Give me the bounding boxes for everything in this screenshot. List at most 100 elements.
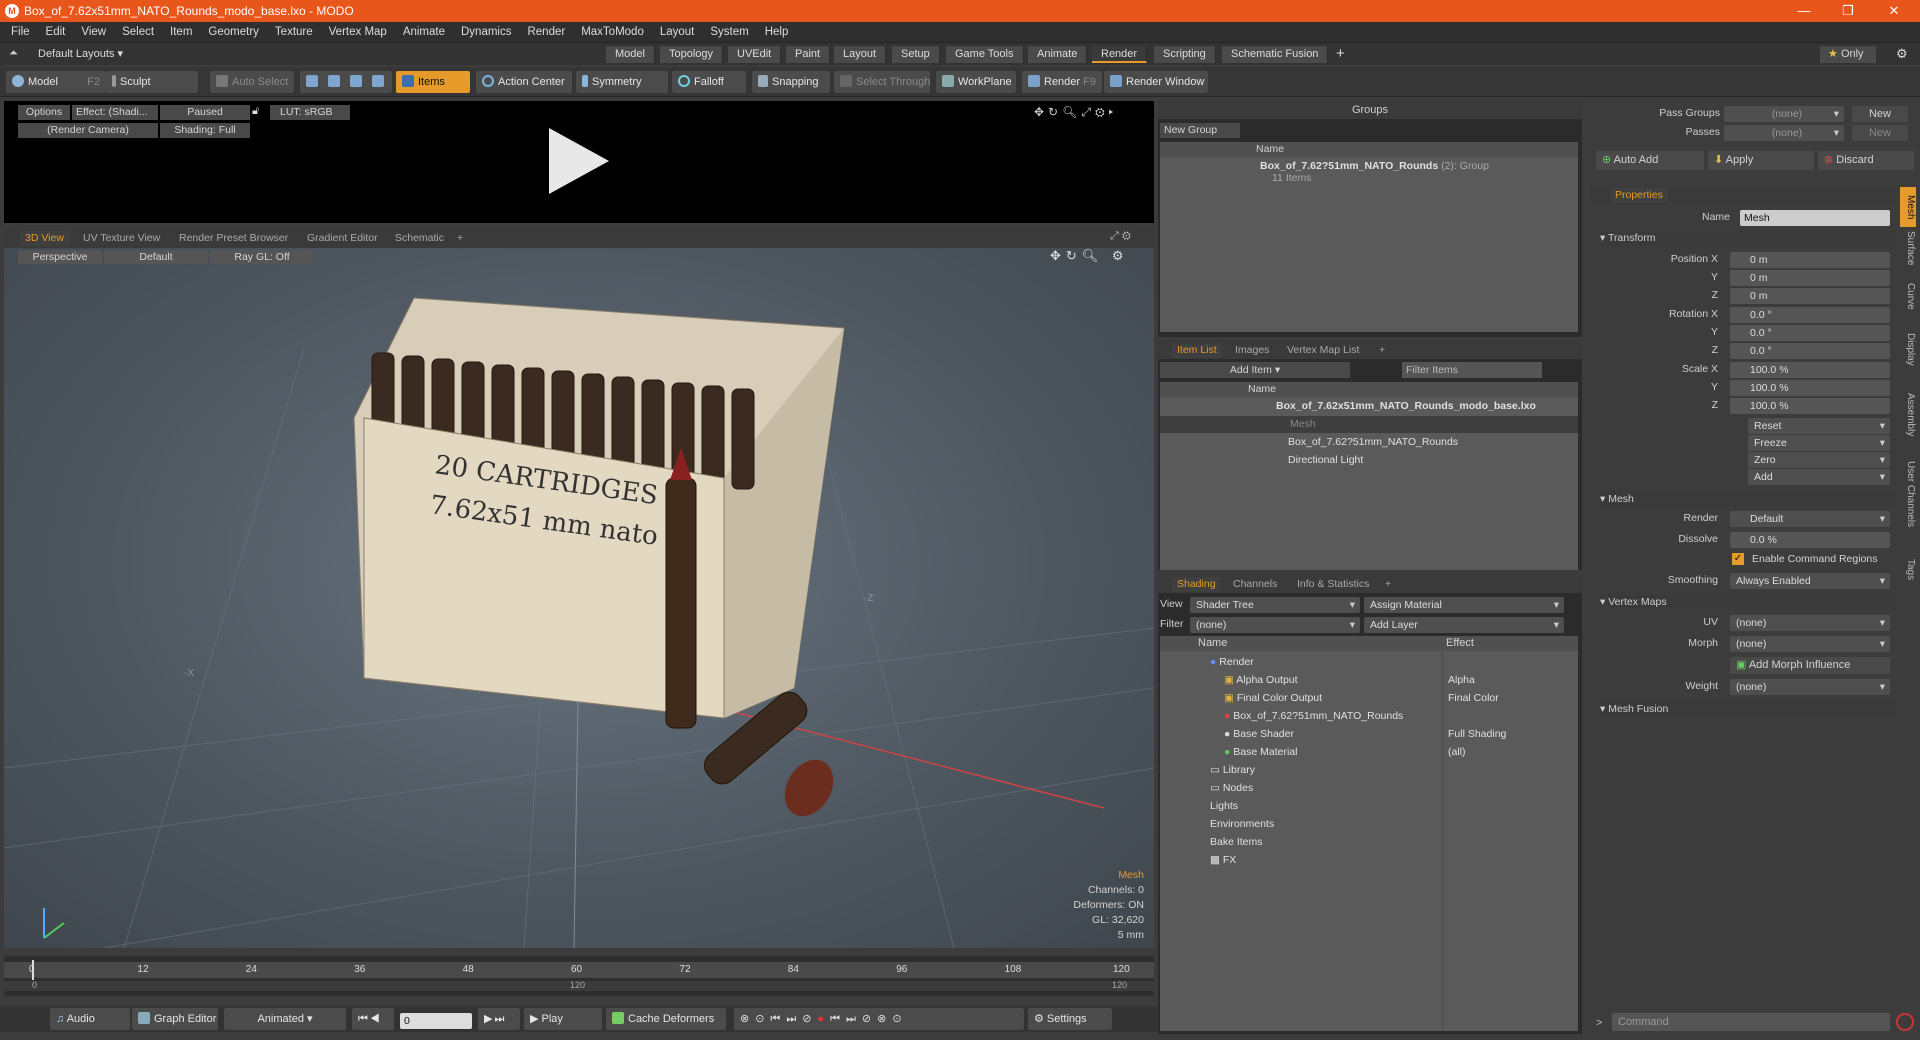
tab-images[interactable]: Images xyxy=(1230,343,1274,358)
uv-dropdown[interactable]: (none) xyxy=(1730,615,1890,631)
command-stop-icon[interactable] xyxy=(1896,1013,1914,1031)
layout-menu-icon[interactable]: ⏶ xyxy=(9,47,18,60)
item-row-light[interactable]: Directional Light xyxy=(1288,452,1363,469)
filter-dropdown[interactable]: (none) xyxy=(1190,617,1360,633)
discard-button[interactable]: ⊗ Discard xyxy=(1818,151,1914,170)
rotation-x-field[interactable]: 0.0 ° xyxy=(1730,307,1890,323)
action-center-button[interactable]: Action Center xyxy=(476,71,572,93)
menu-help[interactable]: Help xyxy=(765,26,789,38)
items-mode-button[interactable]: Items xyxy=(396,71,470,93)
item-row-mesh-selected[interactable]: Mesh xyxy=(1160,416,1578,433)
shader-row-final-color[interactable]: ▣ Final Color Output xyxy=(1224,690,1322,707)
apply-button[interactable]: ⬇ Apply xyxy=(1708,151,1814,170)
lock-icon[interactable]: 🔓︎ xyxy=(252,105,264,119)
shader-row-base-shader[interactable]: ● Base Shader xyxy=(1224,726,1294,743)
menu-layout[interactable]: Layout xyxy=(660,26,695,38)
prev-key-buttons[interactable]: ⏮◀ xyxy=(352,1008,394,1030)
edges-mode-icon[interactable] xyxy=(328,75,340,87)
vtab-display[interactable]: Display xyxy=(1900,333,1916,366)
add-item-dropdown[interactable]: Add Item ▾ xyxy=(1160,362,1350,378)
vertex-maps-section[interactable]: ▾ Vertex Maps xyxy=(1600,594,1896,610)
tab-channels[interactable]: Channels xyxy=(1228,577,1282,592)
shader-row-fx[interactable]: ▩ FX xyxy=(1210,852,1236,869)
passes-dropdown[interactable]: (none) xyxy=(1724,125,1844,141)
position-x-field[interactable]: 0 m xyxy=(1730,252,1890,268)
scale-x-field[interactable]: 100.0 % xyxy=(1730,362,1890,378)
tab-vertex-map-list[interactable]: Vertex Map List xyxy=(1282,343,1364,358)
frame-field[interactable]: 0 xyxy=(400,1013,472,1029)
shader-row-environments[interactable]: Environments xyxy=(1210,816,1274,833)
audio-button[interactable]: ♫ Audio xyxy=(50,1008,130,1030)
tab-item-list[interactable]: Item List xyxy=(1172,343,1222,358)
tab-layout[interactable]: Layout xyxy=(834,46,887,63)
preview-effect-dropdown[interactable]: Effect: (Shadi... xyxy=(72,105,158,120)
menu-animate[interactable]: Animate xyxy=(403,26,445,38)
shader-row-render[interactable]: ● Render xyxy=(1210,654,1254,671)
select-through-button[interactable]: Select Through xyxy=(834,71,930,93)
vtab-assembly[interactable]: Assembly xyxy=(1900,393,1916,436)
polygons-mode-icon[interactable] xyxy=(350,75,362,87)
animated-dropdown[interactable]: Animated ▾ xyxy=(224,1008,346,1030)
tab-info-statistics[interactable]: Info & Statistics xyxy=(1292,577,1374,592)
settings-button[interactable]: ⚙ Settings xyxy=(1028,1008,1112,1030)
vtab-user-channels[interactable]: User Channels xyxy=(1900,461,1916,527)
render-window-button[interactable]: Render Window xyxy=(1104,71,1208,93)
name-field[interactable]: Mesh xyxy=(1740,210,1890,226)
add-shading-tab-icon[interactable]: + xyxy=(1380,577,1396,592)
preview-lut-dropdown[interactable]: LUT: sRGB xyxy=(270,105,350,120)
gear-icon[interactable]: ⚙ xyxy=(1896,46,1908,62)
workplane-button[interactable]: WorkPlane xyxy=(936,71,1016,93)
tab-3d-view[interactable]: 3D View xyxy=(20,231,69,246)
menu-system[interactable]: System xyxy=(710,26,748,38)
tab-shading[interactable]: Shading xyxy=(1172,577,1221,592)
tab-paint[interactable]: Paint xyxy=(786,46,831,63)
add-layer-dropdown[interactable]: Add Layer xyxy=(1364,617,1564,633)
add-viewport-tab-icon[interactable]: + xyxy=(452,231,468,246)
view-dropdown[interactable]: Shader Tree xyxy=(1190,597,1360,613)
viewport-expand-icon[interactable]: ⤢ ⚙ xyxy=(1110,230,1131,243)
preview-shading-dropdown[interactable]: Shading: Full xyxy=(160,123,250,138)
render-prop-dropdown[interactable]: Default xyxy=(1730,511,1890,527)
weight-dropdown[interactable]: (none) xyxy=(1730,679,1890,695)
vtab-mesh[interactable]: Mesh xyxy=(1900,187,1916,227)
tab-schematic-fusion[interactable]: Schematic Fusion xyxy=(1222,46,1329,63)
preview-paused-button[interactable]: Paused xyxy=(160,105,250,120)
enable-command-regions-checkbox[interactable]: ✓ xyxy=(1732,553,1744,565)
symmetry-button[interactable]: Symmetry xyxy=(576,71,668,93)
shader-row-alpha[interactable]: ▣ Alpha Output xyxy=(1224,672,1298,689)
preview-options-button[interactable]: Options xyxy=(18,105,70,120)
close-button[interactable]: ✕ xyxy=(1872,0,1916,22)
rotation-y-field[interactable]: 0.0 ° xyxy=(1730,325,1890,341)
tab-schematic[interactable]: Schematic xyxy=(390,231,449,246)
zero-dropdown[interactable]: Zero xyxy=(1748,452,1890,468)
item-row-scene[interactable]: Box_of_7.62x51mm_NATO_Rounds_modo_base.l… xyxy=(1276,398,1536,415)
timeline[interactable]: 0 12 24 36 48 60 72 84 96 108 120 0 120 120 xyxy=(4,956,1154,996)
tab-animate[interactable]: Animate xyxy=(1028,46,1088,63)
mesh-fusion-section[interactable]: ▾ Mesh Fusion xyxy=(1600,701,1896,717)
vertices-mode-icon[interactable] xyxy=(306,75,318,87)
play-button[interactable]: ▶ Play xyxy=(524,1008,602,1030)
item-row-box[interactable]: Box_of_7.62?51mm_NATO_Rounds xyxy=(1288,434,1458,451)
menu-geometry[interactable]: Geometry xyxy=(208,26,259,38)
assign-material-dropdown[interactable]: Assign Material xyxy=(1364,597,1564,613)
shader-row-base-shader-effect[interactable]: Full Shading xyxy=(1448,726,1506,743)
cache-deformers-button[interactable]: Cache Deformers xyxy=(606,1008,726,1030)
scale-z-field[interactable]: 100.0 % xyxy=(1730,398,1890,414)
mesh-section[interactable]: ▾ Mesh xyxy=(1600,491,1896,507)
tab-render[interactable]: Render xyxy=(1092,46,1148,63)
reset-dropdown[interactable]: Reset xyxy=(1748,418,1890,434)
render-button[interactable]: Render F9 xyxy=(1022,71,1102,93)
menu-file[interactable]: File xyxy=(11,26,30,38)
restore-button[interactable]: ❐ xyxy=(1826,0,1870,22)
3d-viewport[interactable]: Perspective Default Ray GL: Off ✥↻🔍︎ ⚙ 2… xyxy=(4,248,1154,948)
menu-dynamics[interactable]: Dynamics xyxy=(461,26,511,38)
scale-y-field[interactable]: 100.0 % xyxy=(1730,380,1890,396)
filter-items-input[interactable]: Filter Items xyxy=(1402,362,1542,378)
add-list-tab-icon[interactable]: + xyxy=(1374,343,1390,358)
shader-row-final-color-effect[interactable]: Final Color xyxy=(1448,690,1499,707)
materials-mode-icon[interactable] xyxy=(372,75,384,87)
menu-item[interactable]: Item xyxy=(170,26,192,38)
tab-game-tools[interactable]: Game Tools xyxy=(946,46,1024,63)
position-y-field[interactable]: 0 m xyxy=(1730,270,1890,286)
tab-model[interactable]: Model xyxy=(606,46,655,63)
